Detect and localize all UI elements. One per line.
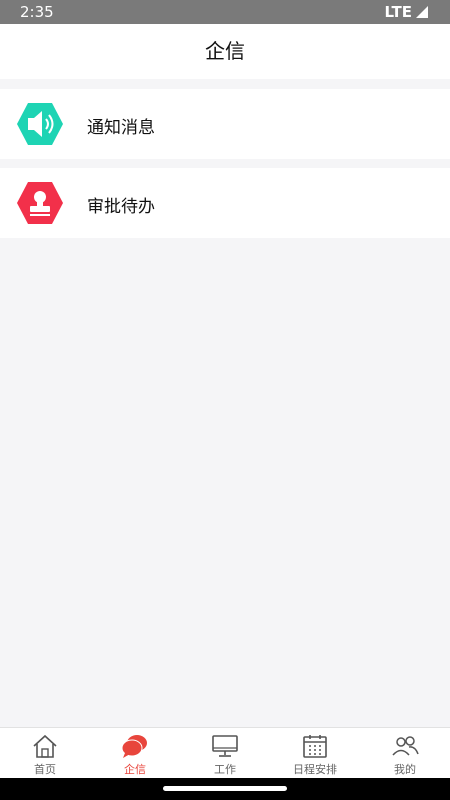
speaker-icon <box>17 103 63 145</box>
chat-icon <box>121 735 147 758</box>
monitor-icon <box>212 735 238 757</box>
tab-home[interactable]: 首页 <box>0 728 90 778</box>
bottom-tab-bar: 首页 企信 工作 日程安排 我的 <box>0 727 450 778</box>
signal-icon <box>416 6 428 18</box>
tab-label: 我的 <box>394 763 416 776</box>
tab-profile[interactable]: 我的 <box>360 728 450 778</box>
tab-schedule[interactable]: 日程安排 <box>270 728 360 778</box>
list-item-label: 通知消息 <box>87 118 155 138</box>
home-indicator[interactable] <box>163 786 287 791</box>
page-title: 企信 <box>205 39 245 63</box>
status-time: 2:35 <box>20 3 54 21</box>
tab-messages[interactable]: 企信 <box>90 728 180 778</box>
status-bar: 2:35 LTE <box>0 0 450 24</box>
page-header: 企信 <box>0 24 450 79</box>
tab-work[interactable]: 工作 <box>180 728 270 778</box>
network-label: LTE <box>384 3 412 21</box>
list-item-notifications[interactable]: 通知消息 <box>0 89 450 159</box>
tab-label: 工作 <box>214 763 236 776</box>
tab-label: 企信 <box>124 763 146 776</box>
list-item-label: 审批待办 <box>87 197 155 217</box>
system-nav-bar <box>0 778 450 800</box>
home-icon <box>33 734 57 758</box>
stamp-icon <box>17 182 63 224</box>
tab-label: 日程安排 <box>293 763 337 776</box>
calendar-icon <box>303 735 327 758</box>
tab-label: 首页 <box>34 763 56 776</box>
users-icon <box>392 736 419 756</box>
list-item-approvals[interactable]: 审批待办 <box>0 168 450 238</box>
